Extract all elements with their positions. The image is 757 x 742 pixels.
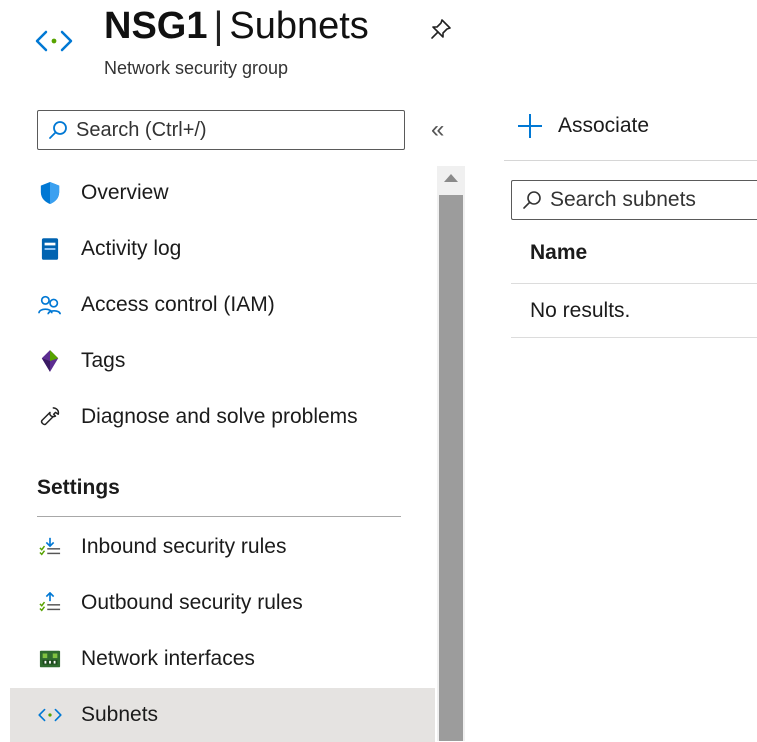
outbound-rules-icon [36,589,64,617]
sidebar-item-label: Inbound security rules [81,535,287,558]
sidebar-item-outbound-rules[interactable]: Outbound security rules [10,576,435,630]
tag-icon [36,347,64,375]
sidebar-item-label: Network interfaces [81,647,255,670]
row-divider [511,337,757,338]
search-icon [49,121,67,139]
command-bar-divider [504,160,757,161]
sidebar-item-label: Diagnose and solve problems [81,405,358,428]
sidebar-item-access-control[interactable]: Access control (IAM) [10,278,435,332]
scroll-up-arrow-icon[interactable] [444,174,458,182]
sidebar-item-label: Overview [81,181,169,204]
blade-title: Subnets [229,5,369,47]
header-divider [511,283,757,284]
sidebar-item-activity-log[interactable]: Activity log [10,222,435,276]
sidebar-item-label: Activity log [81,237,182,260]
inbound-rules-icon [36,533,64,561]
plus-icon [518,114,542,138]
wrench-icon [36,403,64,431]
subnet-icon [34,26,74,56]
associate-label: Associate [558,114,650,137]
subnet-search-input[interactable]: Search subnets [511,180,757,220]
resource-name: NSG1 [104,5,208,47]
shield-icon [36,179,64,207]
sidebar-item-diagnose[interactable]: Diagnose and solve problems [10,390,435,444]
settings-divider [37,516,401,517]
title-separator: | [213,5,224,47]
pin-icon[interactable] [430,18,452,40]
settings-section-heading: Settings [37,476,120,499]
users-icon [36,291,64,319]
sidebar-item-network-interfaces[interactable]: Network interfaces [10,632,435,686]
network-interface-icon [36,645,64,673]
subnet-search-placeholder: Search subnets [550,188,696,211]
sidebar-item-overview[interactable]: Overview [10,166,435,220]
empty-results-text: No results. [530,299,631,322]
activity-log-icon [36,235,64,263]
page-subtitle: Network security group [104,58,289,78]
associate-button[interactable]: Associate [516,112,649,140]
subnet-icon [36,701,64,729]
sidebar-scrollbar-thumb[interactable] [439,195,463,741]
sidebar-item-label: Outbound security rules [81,591,303,614]
sidebar-item-subnets[interactable]: Subnets [10,688,435,742]
page-title: NSG1 | Subnets [104,4,369,48]
sidebar-item-label: Subnets [81,703,159,726]
collapse-sidebar-button[interactable]: « [431,116,444,144]
sidebar-item-inbound-rules[interactable]: Inbound security rules [10,520,435,574]
sidebar-item-label: Tags [81,349,126,372]
sidebar-search-placeholder: Search (Ctrl+/) [76,118,207,141]
column-header-name[interactable]: Name [530,241,587,265]
sidebar-search-input[interactable]: Search (Ctrl+/) [37,110,405,150]
search-icon [523,191,541,209]
sidebar-item-label: Access control (IAM) [81,293,275,316]
sidebar-item-tags[interactable]: Tags [10,334,435,388]
